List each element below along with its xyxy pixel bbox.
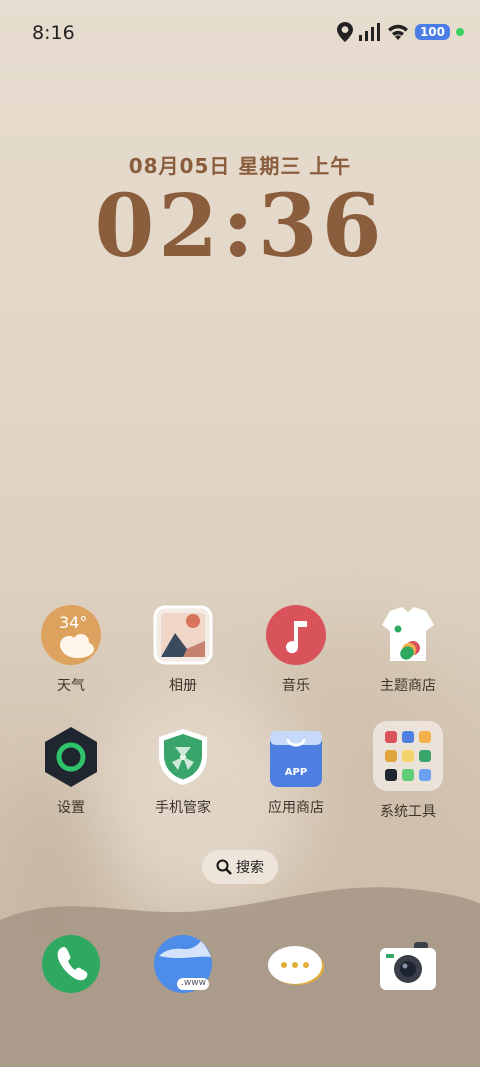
app-store-icon: APP xyxy=(266,727,326,787)
weather-icon: 34° xyxy=(41,605,101,665)
system-tools-folder-icon xyxy=(373,721,443,791)
status-time: 8:16 xyxy=(32,22,75,44)
wifi-icon xyxy=(387,24,408,40)
search-button[interactable]: 搜索 xyxy=(202,850,278,884)
location-icon xyxy=(336,22,353,42)
dock-browser[interactable]: .www xyxy=(128,934,238,994)
lock-time: 02:36 xyxy=(94,176,386,277)
app-music[interactable]: 音乐 xyxy=(241,605,351,695)
signal-icon xyxy=(358,23,380,41)
phone-icon xyxy=(41,934,101,994)
app-gallery[interactable]: 相册 xyxy=(128,605,238,695)
app-system-tools-folder[interactable]: 系统工具 xyxy=(353,721,463,821)
search-icon xyxy=(216,859,232,875)
app-theme-store[interactable]: 主题商店 xyxy=(353,605,463,695)
app-label: 音乐 xyxy=(282,678,310,694)
status-bar: 8:16 100 xyxy=(0,0,480,64)
app-label: 应用商店 xyxy=(268,800,324,816)
app-label: 设置 xyxy=(57,800,85,816)
search-label: 搜索 xyxy=(236,860,264,876)
browser-badge: .www xyxy=(181,978,206,988)
music-icon xyxy=(266,605,326,665)
dock-phone[interactable] xyxy=(16,934,126,994)
app-label: 主题商店 xyxy=(380,678,436,694)
camera-icon xyxy=(378,934,438,994)
battery-indicator: 100 xyxy=(414,24,450,40)
privacy-dot xyxy=(456,28,464,36)
theme-store-icon xyxy=(378,605,438,665)
app-label: 手机管家 xyxy=(155,800,211,816)
app-label: 相册 xyxy=(169,678,197,694)
app-phone-manager[interactable]: 手机管家 xyxy=(128,727,238,817)
app-weather[interactable]: 34° 天气 xyxy=(16,605,126,695)
app-store-badge: APP xyxy=(284,767,308,778)
phone-manager-icon xyxy=(153,727,213,787)
app-app-store[interactable]: APP 应用商店 xyxy=(241,727,351,817)
status-icons: 100 xyxy=(336,22,464,42)
dock-messages[interactable] xyxy=(241,934,351,994)
gallery-icon xyxy=(153,605,213,665)
dock-camera[interactable] xyxy=(353,934,463,994)
settings-icon xyxy=(41,727,101,787)
app-settings[interactable]: 设置 xyxy=(16,727,126,817)
messages-icon xyxy=(266,934,326,994)
browser-icon: .www xyxy=(153,934,213,994)
app-label: 天气 xyxy=(57,678,85,694)
weather-temp: 34° xyxy=(59,613,88,632)
lock-date: 08月05日 星期三 上午 xyxy=(128,154,352,178)
app-label: 系统工具 xyxy=(380,804,436,820)
